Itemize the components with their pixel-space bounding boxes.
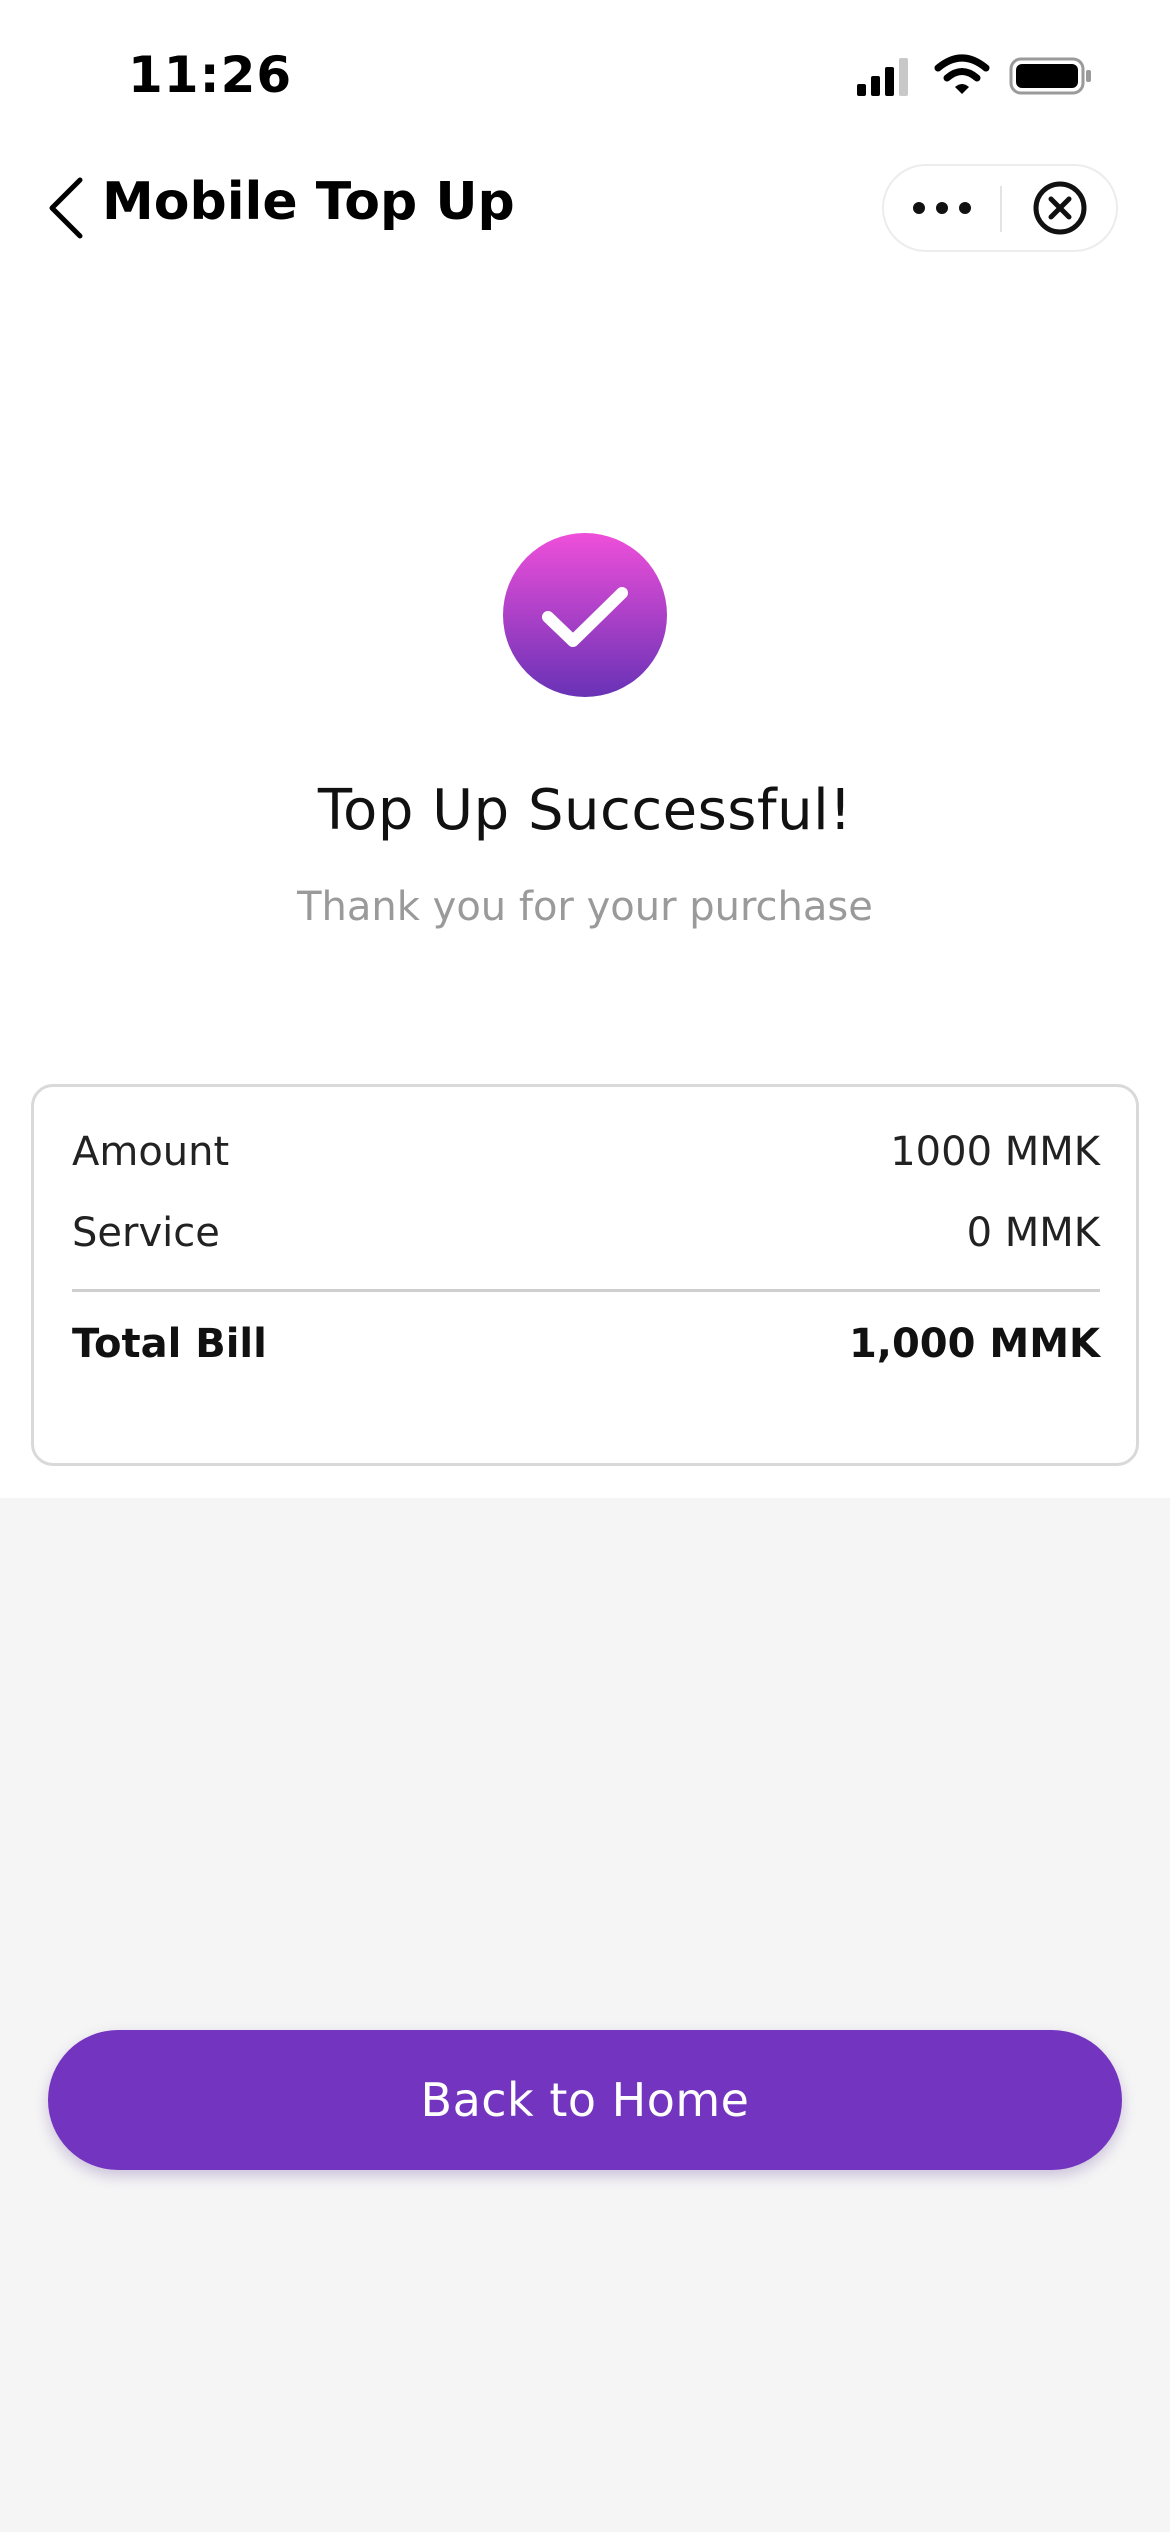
wifi-icon — [934, 54, 990, 94]
back-icon[interactable] — [46, 176, 88, 240]
success-subtitle: Thank you for your purchase — [297, 884, 873, 930]
checkmark-icon — [503, 533, 667, 697]
bill-divider — [72, 1289, 1100, 1292]
service-row: Service 0 MMK — [72, 1210, 1100, 1270]
service-label: Service — [72, 1210, 220, 1256]
nav-bar: Mobile Top Up — [0, 150, 1170, 270]
amount-label: Amount — [72, 1129, 230, 1175]
status-time: 11:26 — [128, 46, 293, 104]
back-to-home-button[interactable]: Back to Home — [48, 2030, 1122, 2170]
battery-icon — [1009, 57, 1091, 95]
status-bar: 11:26 — [0, 0, 1170, 150]
more-icon — [913, 202, 971, 214]
amount-value: 1000 MMK — [890, 1129, 1100, 1175]
close-button[interactable] — [1002, 166, 1118, 250]
close-circle-icon — [1033, 181, 1087, 235]
total-row: Total Bill 1,000 MMK — [72, 1321, 1100, 1381]
amount-row: Amount 1000 MMK — [72, 1129, 1100, 1189]
content-area: 11:26 Mobile Top Up Top Up Successful! T… — [0, 0, 1170, 1498]
signal-icon — [857, 58, 908, 96]
success-screen: 11:26 Mobile Top Up Top Up Successful! T… — [0, 0, 1170, 2532]
more-button[interactable] — [884, 166, 1000, 250]
success-title: Top Up Successful! — [317, 778, 853, 843]
bill-summary-card: Amount 1000 MMK Service 0 MMK Total Bill… — [31, 1084, 1139, 1466]
total-label: Total Bill — [72, 1321, 267, 1367]
mini-program-capsule — [882, 164, 1118, 252]
total-value: 1,000 MMK — [848, 1321, 1100, 1367]
service-value: 0 MMK — [966, 1210, 1100, 1256]
page-title: Mobile Top Up — [102, 172, 515, 232]
